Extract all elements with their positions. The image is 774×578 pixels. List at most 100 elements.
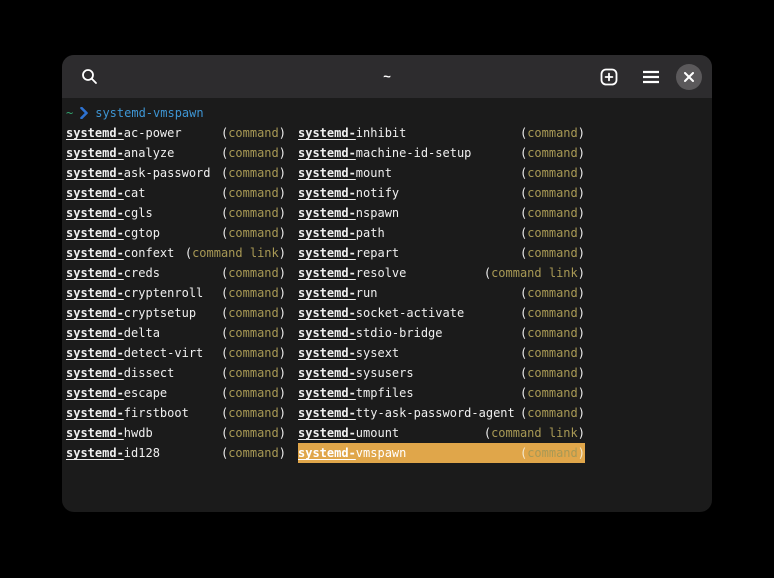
close-icon — [684, 72, 694, 82]
completion-item[interactable]: systemd-socket-activate (command) — [298, 303, 585, 323]
completion-item[interactable]: systemd-cgtop (command) — [66, 223, 286, 243]
prompt-cwd: ~ — [66, 103, 73, 123]
completion-item[interactable]: systemd-cat (command) — [66, 183, 286, 203]
completion-command: systemd-ask-password — [66, 163, 211, 183]
completion-command: systemd-cgtop — [66, 223, 160, 243]
completion-command: systemd-mount — [298, 163, 392, 183]
completion-item[interactable]: systemd-firstboot (command) — [66, 403, 286, 423]
completion-annotation: (command) — [520, 363, 585, 383]
completion-command: systemd-notify — [298, 183, 399, 203]
completion-command: systemd-sysext — [298, 343, 399, 363]
completion-annotation: (command) — [221, 403, 286, 423]
completion-row: systemd-analyze (command) systemd-machin… — [66, 143, 708, 163]
completion-item[interactable]: systemd-run (command) — [298, 283, 585, 303]
completion-annotation: (command) — [221, 163, 286, 183]
completion-row: systemd-id128 (command) systemd-vmspawn … — [66, 443, 708, 463]
completion-item[interactable]: systemd-cgls (command) — [66, 203, 286, 223]
completion-row: systemd-delta (command) systemd-stdio-br… — [66, 323, 708, 343]
new-tab-button[interactable] — [592, 60, 626, 94]
completion-command: systemd-nspawn — [298, 203, 399, 223]
completion-item[interactable]: systemd-ac-power (command) — [66, 123, 286, 143]
completion-command: systemd-hwdb — [66, 423, 153, 443]
completion-command: systemd-id128 — [66, 443, 160, 463]
completion-annotation: (command) — [221, 423, 286, 443]
completion-annotation: (command) — [221, 443, 286, 463]
completion-command: systemd-vmspawn — [298, 443, 406, 463]
terminal-view[interactable]: ~ systemd-vmspawn systemd-ac-power (comm… — [62, 98, 712, 468]
completion-item[interactable]: systemd-analyze (command) — [66, 143, 286, 163]
completion-command: systemd-tmpfiles — [298, 383, 414, 403]
completion-item[interactable]: systemd-notify (command) — [298, 183, 585, 203]
completion-item[interactable]: systemd-dissect (command) — [66, 363, 286, 383]
completion-command: systemd-sysusers — [298, 363, 414, 383]
hamburger-menu-icon — [643, 70, 659, 84]
completion-item[interactable]: systemd-repart (command) — [298, 243, 585, 263]
completion-item[interactable]: systemd-umount (command link) — [298, 423, 585, 443]
completion-command: systemd-cryptsetup — [66, 303, 196, 323]
completion-command: systemd-cat — [66, 183, 145, 203]
completion-item[interactable]: systemd-ask-password (command) — [66, 163, 286, 183]
completion-item[interactable]: systemd-machine-id-setup (command) — [298, 143, 585, 163]
completion-item[interactable]: systemd-nspawn (command) — [298, 203, 585, 223]
completion-item[interactable]: systemd-confext (command link) — [66, 243, 286, 263]
completion-item[interactable]: systemd-detect-virt (command) — [66, 343, 286, 363]
completion-item[interactable]: systemd-vmspawn (command) — [298, 443, 585, 463]
completion-item[interactable]: systemd-id128 (command) — [66, 443, 286, 463]
completion-command: systemd-creds — [66, 263, 160, 283]
completion-command: systemd-cryptenroll — [66, 283, 203, 303]
completion-annotation: (command) — [221, 123, 286, 143]
completion-item[interactable]: systemd-escape (command) — [66, 383, 286, 403]
completion-command: systemd-dissect — [66, 363, 174, 383]
completion-annotation: (command) — [520, 163, 585, 183]
menu-button[interactable] — [634, 60, 668, 94]
close-button[interactable] — [676, 64, 702, 90]
completion-annotation: (command) — [221, 283, 286, 303]
new-tab-icon — [600, 68, 618, 86]
completion-command: systemd-tty-ask-password-agent — [298, 403, 515, 423]
completion-row: systemd-hwdb (command) systemd-umount (c… — [66, 423, 708, 443]
prompt-arrow-icon — [80, 107, 88, 119]
completion-annotation: (command link) — [185, 243, 286, 263]
completion-item[interactable]: systemd-cryptenroll (command) — [66, 283, 286, 303]
completion-annotation: (command) — [520, 443, 585, 463]
completion-command: systemd-ac-power — [66, 123, 182, 143]
completion-row: systemd-confext (command link) systemd-r… — [66, 243, 708, 263]
completion-command: systemd-delta — [66, 323, 160, 343]
completion-item[interactable]: systemd-hwdb (command) — [66, 423, 286, 443]
command-input[interactable]: systemd-vmspawn — [95, 103, 203, 123]
completion-annotation: (command) — [520, 183, 585, 203]
completion-annotation: (command) — [221, 323, 286, 343]
completion-annotation: (command) — [221, 383, 286, 403]
completion-command: systemd-socket-activate — [298, 303, 464, 323]
completion-item[interactable]: systemd-sysext (command) — [298, 343, 585, 363]
completion-annotation: (command) — [221, 303, 286, 323]
completion-item[interactable]: systemd-stdio-bridge (command) — [298, 323, 585, 343]
completion-annotation: (command) — [520, 123, 585, 143]
completion-row: systemd-cryptsetup (command) systemd-soc… — [66, 303, 708, 323]
completion-command: systemd-resolve — [298, 263, 406, 283]
completion-item[interactable]: systemd-creds (command) — [66, 263, 286, 283]
completion-row: systemd-detect-virt (command) systemd-sy… — [66, 343, 708, 363]
completion-item[interactable]: systemd-delta (command) — [66, 323, 286, 343]
completion-command: systemd-analyze — [66, 143, 174, 163]
completion-item[interactable]: systemd-path (command) — [298, 223, 585, 243]
completion-item[interactable]: systemd-resolve (command link) — [298, 263, 585, 283]
completion-item[interactable]: systemd-sysusers (command) — [298, 363, 585, 383]
completion-annotation: (command) — [520, 283, 585, 303]
search-button[interactable] — [72, 60, 106, 94]
completion-item[interactable]: systemd-mount (command) — [298, 163, 585, 183]
completion-annotation: (command) — [520, 383, 585, 403]
completion-row: systemd-cryptenroll (command) systemd-ru… — [66, 283, 708, 303]
completion-row: systemd-creds (command) systemd-resolve … — [66, 263, 708, 283]
completion-annotation: (command) — [221, 203, 286, 223]
prompt-line: ~ systemd-vmspawn — [66, 103, 708, 123]
completion-annotation: (command) — [520, 223, 585, 243]
completion-item[interactable]: systemd-tmpfiles (command) — [298, 383, 585, 403]
completion-item[interactable]: systemd-cryptsetup (command) — [66, 303, 286, 323]
completion-command: systemd-stdio-bridge — [298, 323, 443, 343]
completion-annotation: (command) — [221, 183, 286, 203]
completion-item[interactable]: systemd-tty-ask-password-agent (command) — [298, 403, 585, 423]
completion-annotation: (command) — [520, 203, 585, 223]
completion-item[interactable]: systemd-inhibit (command) — [298, 123, 585, 143]
terminal-window: ~ — [62, 55, 712, 512]
